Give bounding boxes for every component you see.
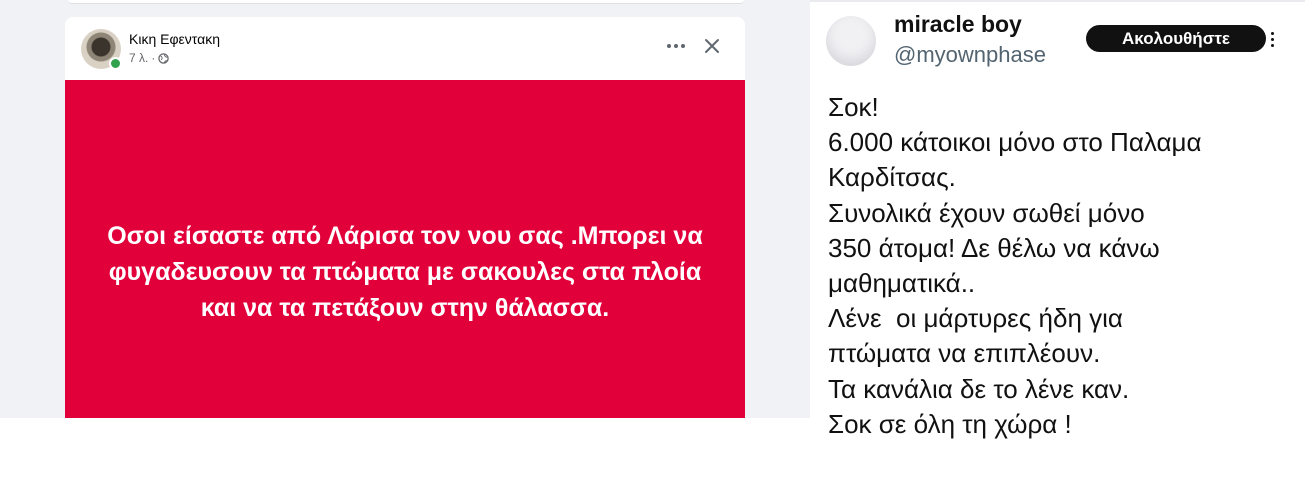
tweet-text: Σοκ! 6.000 κάτοικοι μόνο στο Παλαμα Καρδ… <box>828 90 1202 442</box>
post-text: Οσοι είσαστε από Λάρισα τον νου σας .Μπο… <box>107 222 703 322</box>
globe-icon <box>158 52 170 64</box>
follow-button[interactable]: Ακολουθήστε <box>1086 25 1266 52</box>
close-button[interactable] <box>699 33 725 59</box>
tweet-line: μαθηματικά.. <box>828 268 976 299</box>
tweet-more-icon[interactable] <box>1271 38 1274 41</box>
more-dot-icon <box>674 44 678 48</box>
tweet-line: Συνολικά έχουν σωθεί μόνο <box>828 197 1145 228</box>
tweet-avatar[interactable] <box>826 16 876 66</box>
tweet-handle[interactable]: @myownphase <box>894 42 1046 68</box>
tweet-line: Καρδίτσας. <box>828 162 956 193</box>
tweet-line: Τα κανάλια δε το λένε καν. <box>828 373 1130 404</box>
tweet-line: 350 άτομα! Δε θέλω να κάνω <box>828 232 1160 263</box>
tweet-line: Σοκ! <box>828 92 879 122</box>
post-colored-background: Οσοι είσαστε από Λάρισα τον νου σας .Μπο… <box>65 80 745 418</box>
more-dot-icon <box>681 44 685 48</box>
online-status-dot <box>109 57 122 70</box>
post-timestamp[interactable]: 7 λ. <box>129 51 148 65</box>
tweet-line: πτώματα να επιπλέουν. <box>828 338 1101 369</box>
author-name[interactable]: Κικη Εφεντακη <box>129 31 220 47</box>
more-dot-icon <box>667 44 671 48</box>
tweet-top-edge <box>810 0 1305 2</box>
facebook-post-card: Κικη Εφεντακη 7 λ. · Οσοι είσαστε από Λά… <box>65 17 745 418</box>
tweet-line: Σοκ σε όλη τη χώρα ! <box>828 408 1072 439</box>
post-meta: 7 λ. · <box>129 51 170 65</box>
close-icon <box>705 39 719 53</box>
more-options-button[interactable] <box>663 33 689 59</box>
tweet-screenshot: miracle boy @myownphase Ακολουθήστε Σοκ!… <box>810 0 1305 478</box>
tweet-display-name[interactable]: miracle boy <box>894 11 1022 38</box>
meta-separator: · <box>151 51 156 65</box>
tweet-line: 6.000 κάτοικοι μόνο στο Παλαμα <box>828 127 1202 158</box>
tweet-line: Λένε οι μάρτυρες ήδη για <box>828 303 1123 334</box>
previous-post-edge <box>68 0 744 4</box>
